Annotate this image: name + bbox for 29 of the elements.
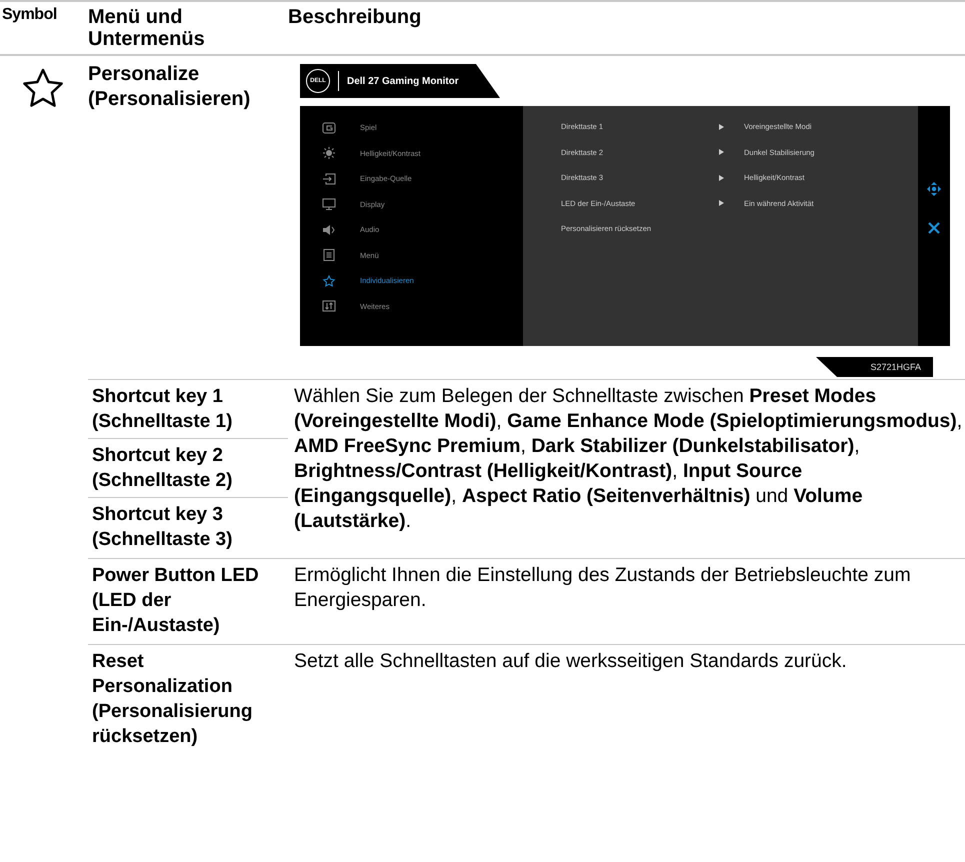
menu-title: Personalize (Personalisieren) [88, 62, 252, 112]
triangle-icon [719, 124, 724, 130]
close-icon[interactable] [928, 222, 940, 234]
input-icon [322, 172, 336, 185]
submenu-label: Shortcut key 2 (Schnelltaste 2) [88, 439, 288, 498]
triangle-icon [719, 149, 724, 156]
submenu-label: Shortcut key 1 (Schnelltaste 1) [88, 380, 288, 439]
osd-title: Dell 27 Gaming Monitor [347, 76, 459, 86]
triangle-icon [719, 174, 724, 181]
description-text: Setzt alle Schnelltasten auf die werksseitigen Standards zurück. [288, 644, 965, 753]
description-text: Ermöglicht Ihnen die Einstellung des Zustands der Betriebsleuchte zum Energiesparen. [288, 558, 965, 642]
star-icon [322, 274, 336, 287]
submenu-label: Shortcut key 3 (Schnelltaste 3) [91, 503, 234, 552]
menu-icon [322, 249, 336, 262]
triangle-icon [719, 200, 724, 206]
submenu-label: Reset Personalization (Personalisierung rücksetzen) [91, 650, 254, 749]
monitor-icon [322, 198, 336, 210]
column-header: Beschreibung [288, 6, 422, 28]
description-text: Wählen Sie zum Belegen der Schnelltaste zwischen Preset Modes (Voreingestellte Modi), Game Enhance Mode (Spieloptimierungsmodus), AMD FreeSync Premium, Dark Stabilizer (Dunkelstabilisator), Brightness/Contrast (Helligkeit/Kontrast), Input Source (Eingangsquelle), Aspect Ratio (Seitenverhältnis) und Volume (Lautstärke). [288, 379, 965, 556]
submenu-label: Power Button LED (LED der Ein-/Austaste) [91, 564, 260, 638]
star-icon [22, 68, 64, 108]
sliders-icon [322, 300, 336, 312]
navigation-icon [927, 182, 941, 196]
game-icon [322, 122, 336, 134]
speaker-icon [322, 224, 336, 236]
brightness-icon [322, 147, 336, 160]
column-header: Symbol [1, 6, 58, 24]
model-tag: S2721HGFA [816, 357, 933, 377]
column-header: Menü und Untermenüs [88, 6, 206, 50]
